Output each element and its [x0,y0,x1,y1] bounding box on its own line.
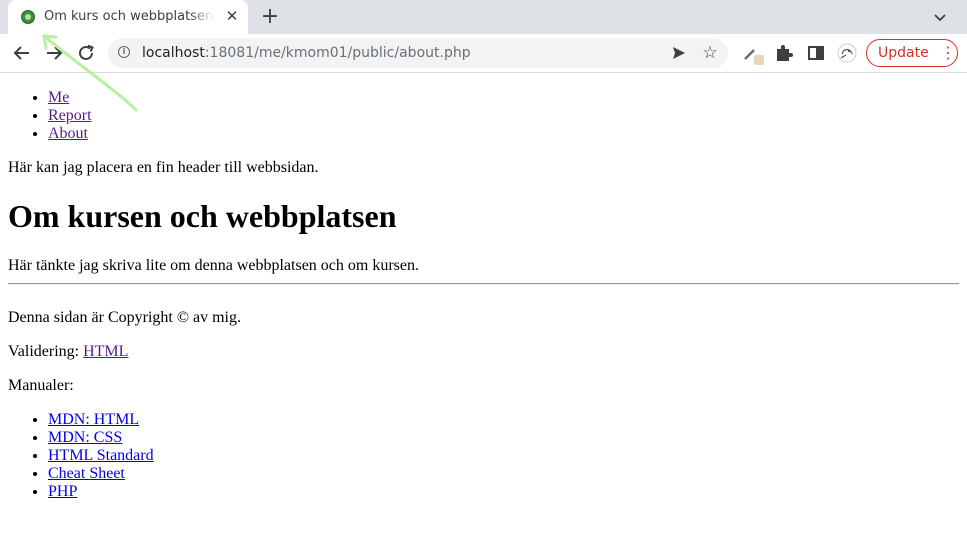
nav-item-me: Me [48,89,92,107]
manuals-list: MDN: HTML MDN: CSS HTML Standard Cheat S… [8,411,154,501]
manuals-label: Manualer: [8,377,74,394]
manual-link-php[interactable]: PHP [48,483,77,500]
url-text[interactable]: localhost:18081/me/kmom01/public/about.p… [142,45,471,61]
nav-item-about: About [48,125,92,143]
active-tab[interactable]: Om kurs och webbplatsen | Min me-sida ✕ [8,0,248,34]
page-title: Om kursen och webbplatsen [8,198,397,234]
intro-paragraph: Här tänkte jag skriva lite om denna webb… [8,257,419,274]
web-page: Me Report About Här kan jag placera en f… [0,73,967,539]
back-arrow-icon[interactable] [10,42,34,64]
nav-link-report[interactable]: Report [48,107,92,124]
manual-item: MDN: CSS [48,429,154,447]
manual-item: MDN: HTML [48,411,154,429]
update-button[interactable]: Update ⋮ [866,39,958,67]
tab-title: Om kurs och webbplatsen | Min me-sida [44,9,214,24]
site-favicon-icon [21,10,35,24]
address-bar[interactable]: i localhost:18081/me/kmom01/public/about… [108,38,728,68]
nav-link-me[interactable]: Me [48,89,69,106]
more-menu-dots-icon[interactable]: ⋮ [940,43,956,63]
manual-link-mdn-css[interactable]: MDN: CSS [48,429,122,446]
header-text: Här kan jag placera en fin header till w… [8,159,319,176]
url-host: localhost [142,45,205,61]
bookmark-star-icon[interactable]: ☆ [700,43,720,63]
site-navigation: Me Report About [8,89,92,143]
validation-html-link[interactable]: HTML [83,343,128,360]
nav-item-report: Report [48,107,92,125]
nav-link-about[interactable]: About [48,125,88,142]
url-path: :18081/me/kmom01/public/about.php [204,45,471,61]
new-tab-plus-icon[interactable]: + [259,6,281,28]
manual-item: Cheat Sheet [48,465,154,483]
browser-toolbar: i localhost:18081/me/kmom01/public/about… [0,34,967,73]
update-button-label: Update [878,45,929,61]
site-info-icon[interactable]: i [118,46,130,58]
validation-label: Validering: [8,343,80,360]
tab-strip: Om kurs och webbplatsen | Min me-sida ✕ … [0,0,967,34]
validation-line: Validering: HTML [8,343,128,361]
manual-link-html-standard[interactable]: HTML Standard [48,447,154,464]
send-to-device-icon[interactable] [670,44,688,62]
manual-link-mdn-html[interactable]: MDN: HTML [48,411,139,428]
tab-close-icon[interactable]: ✕ [223,7,241,25]
forward-arrow-icon[interactable] [42,42,66,64]
side-panel-icon[interactable] [805,42,827,64]
profile-avatar-icon[interactable] [836,42,858,64]
tab-search-chevron-down-icon[interactable] [930,7,950,27]
copyright-text: Denna sidan är Copyright © av mig. [8,309,241,326]
manual-item: PHP [48,483,154,501]
manual-link-cheat-sheet[interactable]: Cheat Sheet [48,465,125,482]
extensions-puzzle-icon[interactable] [773,42,795,64]
footer-divider [8,283,959,285]
manual-item: HTML Standard [48,447,154,465]
eyedropper-extension-icon[interactable] [742,42,764,65]
reload-icon[interactable] [74,42,98,64]
